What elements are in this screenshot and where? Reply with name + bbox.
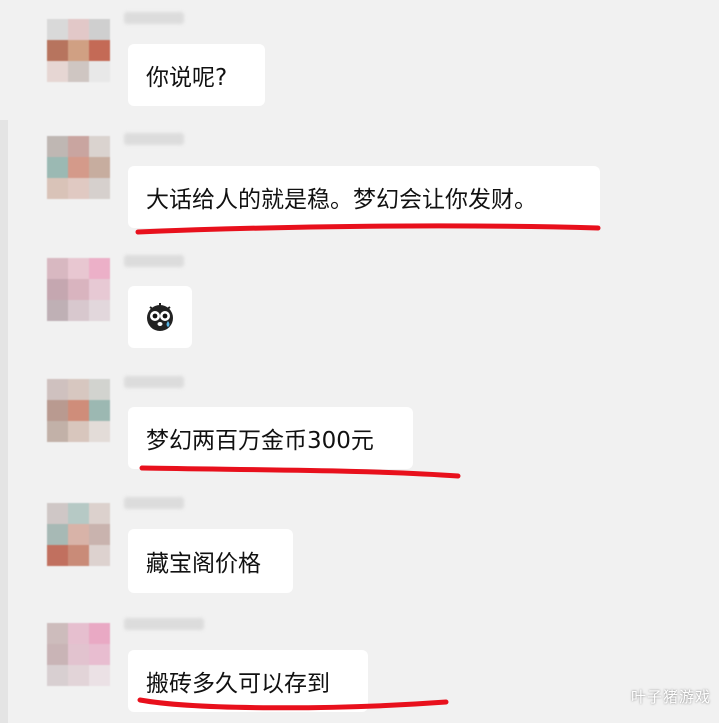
avatar-pixel [89, 40, 110, 61]
avatar-pixel [47, 19, 68, 40]
avatar-pixel [89, 379, 110, 400]
sender-name-blurred [124, 618, 204, 630]
avatar-pixel [89, 400, 110, 421]
avatar-pixel [89, 300, 110, 321]
avatar-pixel [68, 40, 89, 61]
sender-name-blurred [124, 12, 184, 24]
avatar-pixel [68, 279, 89, 300]
avatar-pixel [68, 157, 89, 178]
avatar-pixel [47, 178, 68, 199]
message-text: 梦幻两百万金币300元 [146, 428, 374, 454]
avatar-pixel [89, 665, 110, 686]
red-underline [137, 697, 449, 711]
avatar[interactable] [47, 503, 110, 566]
message-text: 大话给人的就是稳。梦幻会让你发财。 [146, 187, 537, 213]
avatar-pixel [68, 545, 89, 566]
avatar-pixel [89, 545, 110, 566]
red-underline [135, 223, 601, 235]
avatar-pixel [68, 524, 89, 545]
red-underline [139, 465, 461, 479]
avatar-pixel [89, 157, 110, 178]
avatar[interactable] [47, 379, 110, 442]
avatar-pixel [68, 421, 89, 442]
message-text: 你说呢? [146, 65, 228, 91]
avatar-pixel [47, 400, 68, 421]
avatar-pixel [89, 178, 110, 199]
avatar[interactable] [47, 136, 110, 199]
avatar-pixel [89, 644, 110, 665]
avatar-pixel [47, 279, 68, 300]
avatar-pixel [89, 61, 110, 82]
sender-name-blurred [124, 376, 184, 388]
avatar-pixel [47, 157, 68, 178]
avatar-pixel [89, 258, 110, 279]
avatar-pixel [68, 503, 89, 524]
avatar-pixel [68, 19, 89, 40]
avatar-pixel [89, 623, 110, 644]
scared-face-emoji-icon [147, 303, 173, 331]
avatar-pixel [68, 400, 89, 421]
avatar-pixel [89, 19, 110, 40]
scrollbar-track[interactable] [0, 120, 8, 723]
avatar-pixel [68, 136, 89, 157]
avatar-pixel [47, 545, 68, 566]
watermark-text: 叶子猪游戏 [630, 688, 711, 706]
avatar-pixel [68, 178, 89, 199]
avatar-pixel [89, 136, 110, 157]
avatar-pixel [68, 61, 89, 82]
avatar-pixel [47, 136, 68, 157]
avatar-pixel [68, 300, 89, 321]
sender-name-blurred [124, 133, 184, 145]
avatar-pixel [68, 665, 89, 686]
avatar-pixel [89, 279, 110, 300]
avatar-pixel [47, 61, 68, 82]
message-text: 藏宝阁价格 [146, 551, 261, 577]
message-bubble[interactable] [128, 286, 192, 348]
avatar-pixel [47, 40, 68, 61]
avatar-pixel [47, 421, 68, 442]
sender-name-blurred [124, 497, 184, 509]
avatar-pixel [89, 421, 110, 442]
message-bubble[interactable]: 藏宝阁价格 [128, 529, 293, 593]
avatar-pixel [47, 300, 68, 321]
avatar-pixel [68, 258, 89, 279]
message-bubble[interactable]: 大话给人的就是稳。梦幻会让你发财。 [128, 166, 600, 228]
avatar-pixel [47, 644, 68, 665]
avatar-pixel [47, 665, 68, 686]
avatar-pixel [89, 503, 110, 524]
avatar-pixel [47, 524, 68, 545]
avatar[interactable] [47, 623, 110, 686]
avatar-pixel [47, 503, 68, 524]
avatar-pixel [47, 258, 68, 279]
sender-name-blurred [124, 255, 184, 267]
avatar-pixel [68, 379, 89, 400]
avatar-pixel [89, 524, 110, 545]
avatar[interactable] [47, 258, 110, 321]
avatar-pixel [47, 379, 68, 400]
avatar-pixel [68, 644, 89, 665]
avatar-pixel [47, 623, 68, 644]
message-bubble[interactable]: 你说呢? [128, 44, 265, 106]
avatar-pixel [68, 623, 89, 644]
avatar[interactable] [47, 19, 110, 82]
